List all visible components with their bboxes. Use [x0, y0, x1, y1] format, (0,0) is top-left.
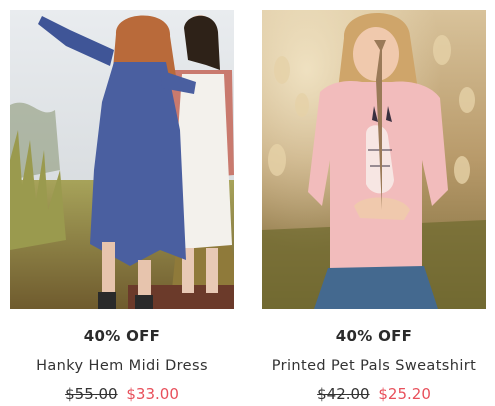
original-price: $55.00	[65, 385, 118, 403]
discount-badge: 40% OFF	[335, 327, 413, 345]
product-image[interactable]	[10, 10, 234, 309]
price-row: $55.00 $33.00	[10, 385, 234, 403]
sale-price: $33.00	[126, 385, 179, 403]
product-name-link[interactable]: Hanky Hem Midi Dress	[0, 358, 254, 374]
discount-badge: 40% OFF	[83, 327, 161, 345]
product-card-hanky-hem-midi-dress[interactable]: 40% OFF Hanky Hem Midi Dress $55.00 $33.…	[10, 0, 234, 406]
original-price: $42.00	[317, 385, 370, 403]
product-grid: 40% OFF Hanky Hem Midi Dress $55.00 $33.…	[0, 0, 495, 406]
product-name-link[interactable]: Printed Pet Pals Sweatshirt	[242, 358, 495, 374]
product-image[interactable]	[262, 10, 486, 309]
price-row: $42.00 $25.20	[262, 385, 486, 403]
product-card-printed-pet-pals-sweatshirt[interactable]: 40% OFF Printed Pet Pals Sweatshirt $42.…	[262, 0, 486, 406]
sale-price: $25.20	[378, 385, 431, 403]
